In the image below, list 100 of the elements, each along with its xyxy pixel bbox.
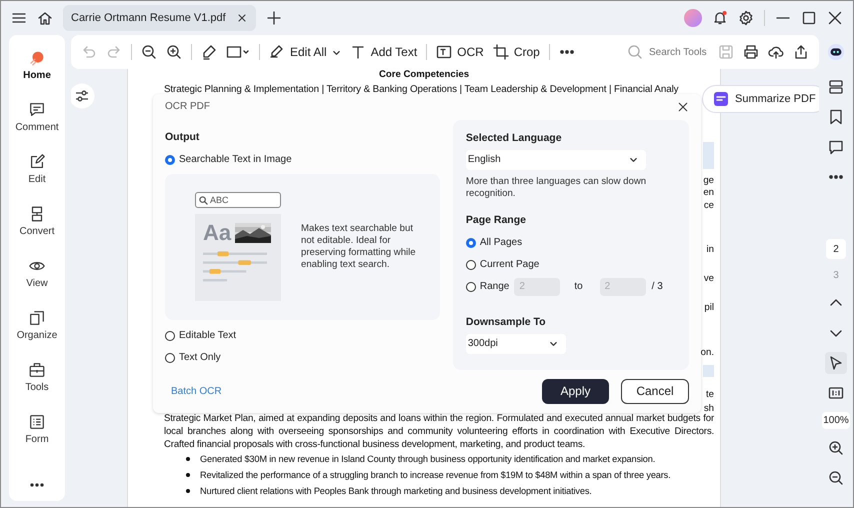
bell-icon[interactable] <box>712 10 728 26</box>
bullet-dot <box>186 473 190 477</box>
form-icon <box>28 413 46 431</box>
text-fragment: ve <box>704 273 714 285</box>
language-dropdown[interactable]: English <box>466 150 646 170</box>
ocr-icon <box>436 44 452 60</box>
radio-option[interactable]: Current Page <box>466 254 540 276</box>
zoom-out-icon[interactable] <box>141 44 157 60</box>
edit-icon <box>269 44 285 60</box>
zoom-in-icon[interactable] <box>828 440 844 456</box>
zoom-out-icon[interactable] <box>828 470 844 486</box>
sidebar-item[interactable]: Edit <box>12 143 62 195</box>
sidebar-item[interactable]: Tools <box>12 351 62 403</box>
cancel-button[interactable]: Cancel <box>621 378 689 404</box>
shaded-band <box>703 365 714 377</box>
bullet-text: Revitalized the performance of a struggling branch to increase revenue from $19M to $48M within a span of three years. <box>200 469 671 482</box>
radio-button[interactable] <box>165 154 175 165</box>
close-icon[interactable] <box>677 100 689 113</box>
share-icon[interactable] <box>793 44 809 60</box>
settings-icon[interactable] <box>738 10 754 26</box>
sidebar-item[interactable]: View <box>12 247 62 299</box>
highlighted-lines-drawing <box>203 250 267 284</box>
rectangle-icon[interactable] <box>226 44 250 60</box>
bullet-text: Generated $30M in new revenue in Island County through business opportunity identification and market expansion. <box>200 453 656 466</box>
dialog-title: OCR PDF <box>165 101 210 112</box>
sample-text: Aa <box>203 220 232 246</box>
radio-button[interactable] <box>466 260 476 270</box>
comment-icon <box>28 101 46 119</box>
radio-button[interactable] <box>466 238 476 248</box>
filter-icon[interactable] <box>71 83 95 109</box>
text-fragment: ce <box>704 200 714 212</box>
select-tool-button[interactable] <box>825 352 847 374</box>
summary-icon <box>713 91 729 107</box>
close-icon[interactable] <box>827 10 843 26</box>
radio-option[interactable]: Searchable Text in Image <box>165 148 440 171</box>
text-fragment: in <box>706 244 714 256</box>
competencies-line: Strategic Planning & Implementation | Territory & Banking Operations | Team Leadership & Development | Financial Analy <box>164 83 680 97</box>
logo-icon <box>28 49 46 67</box>
apply-button[interactable]: Apply <box>542 378 609 404</box>
cloud-upload-icon[interactable] <box>768 44 784 60</box>
bullet-text: Nurtured client relations with Peoples Bank through marketing and business development initiatives. <box>200 485 592 498</box>
caret-icon <box>548 339 558 348</box>
downsample-dropdown[interactable]: 300dpi <box>466 334 566 354</box>
cursor-icon <box>828 355 844 371</box>
layout-icon[interactable] <box>828 79 844 95</box>
maximize-icon[interactable] <box>801 10 817 26</box>
shaded-band <box>703 142 714 169</box>
zoom-level[interactable]: 100% <box>822 412 850 429</box>
toolbox-icon <box>28 361 46 379</box>
edit-all-button[interactable]: Edit All <box>269 44 341 60</box>
text-icon <box>350 44 366 60</box>
caret-icon <box>628 155 638 164</box>
print-icon[interactable] <box>743 44 759 60</box>
sidebar-item[interactable]: Comment <box>12 91 62 143</box>
text-fragment: on. <box>700 347 714 359</box>
page-number[interactable]: 2 <box>826 239 846 259</box>
bookmark-icon[interactable] <box>828 109 844 125</box>
pen-icon[interactable] <box>201 44 217 60</box>
radio-button[interactable] <box>165 352 175 363</box>
home-icon[interactable] <box>37 10 53 26</box>
search-icon <box>627 44 643 60</box>
radio-option[interactable]: Text Only <box>165 346 440 369</box>
section-heading: Core Competencies <box>378 69 470 81</box>
radio-option[interactable]: Editable Text <box>165 324 440 347</box>
sidebar-item[interactable]: Form <box>12 403 62 455</box>
preview-description: Makes text searchable but not editable. Ideal for preserving formatting while enabling text search. <box>301 222 417 271</box>
sidebar-item[interactable]: Organize <box>12 299 62 351</box>
text-fragment: pil <box>704 302 714 314</box>
assistant-icon[interactable] <box>827 43 845 61</box>
batch-ocr-link[interactable]: Batch OCR <box>165 386 222 397</box>
comment-icon[interactable] <box>828 139 844 155</box>
radio-option[interactable]: Range <box>466 276 510 298</box>
radio-button[interactable] <box>466 282 476 292</box>
sidebar-item[interactable]: Convert <box>12 195 62 247</box>
document-tab[interactable]: Carrie Ortmann Resume V1.pdf <box>63 5 256 31</box>
summarize-pdf-button[interactable]: Summarize PDF <box>702 85 819 113</box>
text-fragment: ge <box>703 175 714 187</box>
radio-button[interactable] <box>165 330 175 341</box>
crop-button[interactable]: Crop <box>492 44 540 60</box>
section-heading: Downsample To <box>466 316 547 328</box>
close-icon[interactable] <box>236 12 248 24</box>
radio-option[interactable]: All Pages <box>466 232 522 254</box>
add-tab-icon[interactable] <box>266 10 282 26</box>
crop-icon <box>492 44 509 60</box>
range-to-label: to <box>574 281 583 292</box>
search-box-sample: ABC <box>195 192 281 208</box>
page-total: / 3 <box>652 281 663 292</box>
ocr-button[interactable]: OCR <box>436 44 484 60</box>
bullet-dot <box>186 457 190 461</box>
section-heading: Output <box>165 130 200 143</box>
zoom-in-icon[interactable] <box>166 44 182 60</box>
sidebar-item[interactable]: Home <box>12 39 62 91</box>
search-icon <box>199 196 208 205</box>
actual-size-icon[interactable] <box>828 385 844 401</box>
add-text-button[interactable]: Add Text <box>350 44 418 60</box>
section-heading: Page Range <box>466 214 527 226</box>
bullet-dot <box>186 489 190 493</box>
text-fragment: te <box>706 389 714 401</box>
edit-icon <box>28 153 46 171</box>
text-fragment: sh <box>704 403 714 414</box>
